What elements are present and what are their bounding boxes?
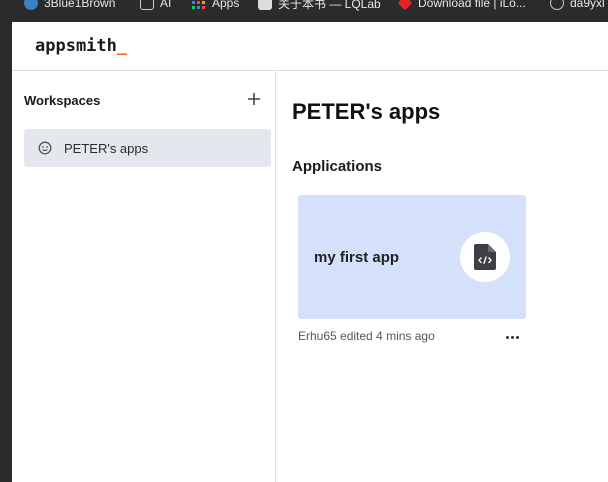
bookmark-label: Download file | iLo...	[418, 0, 526, 10]
main-content: PETER's apps Applications my first app E…	[276, 71, 608, 482]
workspace-face-icon	[38, 141, 52, 155]
more-dot	[515, 335, 519, 339]
bookmark-label: Apps	[212, 0, 240, 10]
more-dot	[510, 335, 514, 339]
app-edited-meta: Erhu65 edited 4 mins ago	[298, 329, 435, 343]
app-more-options-button[interactable]	[502, 329, 522, 345]
bookmarks-bar: 3Blue1Brown AI Apps 关于本书 — LQLab Downloa…	[0, 0, 608, 22]
app-card[interactable]: my first app	[298, 195, 526, 319]
add-workspace-button[interactable]	[246, 91, 262, 107]
app-icon-badge	[460, 232, 510, 282]
sidebar-item-peters-apps[interactable]: PETER's apps	[24, 129, 271, 167]
bookmark-label: 关于本书 — LQLab	[278, 0, 381, 11]
workspaces-sidebar: Workspaces PETER's apps	[12, 71, 276, 482]
apps-grid-icon	[192, 0, 206, 10]
workspaces-title: Workspaces	[24, 93, 101, 108]
globe-icon	[550, 0, 564, 10]
logo-text: appsmith	[35, 36, 117, 56]
applications-heading: Applications	[292, 158, 383, 175]
bookmark-label: AI	[160, 0, 172, 10]
logo-cursor: _	[116, 36, 128, 56]
plus-icon	[248, 93, 260, 105]
bookmark-download-file[interactable]: Download file | iLo...	[397, 0, 526, 11]
sidebar-item-label: PETER's apps	[64, 140, 149, 156]
page-title: PETER's apps	[292, 99, 441, 124]
bookmark-ai[interactable]: AI	[140, 0, 171, 11]
code-file-icon	[474, 244, 496, 270]
app-header: appsmith_	[12, 22, 608, 71]
bookmark-3blue1brown[interactable]: 3Blue1Brown	[24, 0, 115, 11]
bookmark-label: da9yxl	[570, 0, 605, 10]
bookmark-label: 3Blue1Brown	[44, 0, 116, 10]
3b1b-icon	[24, 0, 38, 10]
bookmark-da9yxl[interactable]: da9yxl	[550, 0, 605, 11]
app-name: my first app	[314, 249, 400, 266]
appsmith-logo[interactable]: appsmith_	[35, 36, 127, 56]
bookmark-lqlab[interactable]: 关于本书 — LQLab	[258, 0, 381, 11]
folder-icon	[140, 0, 154, 10]
lqlab-icon	[258, 0, 272, 10]
window-edge	[0, 22, 12, 482]
bookmark-apps[interactable]: Apps	[192, 0, 239, 11]
more-dot	[505, 335, 509, 339]
heart-icon	[397, 0, 413, 11]
